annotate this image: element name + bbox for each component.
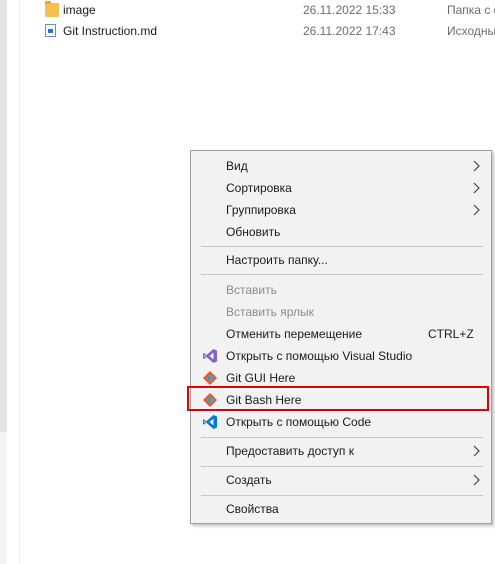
navigation-pane-edge (0, 0, 7, 564)
file-row-image[interactable]: image 26.11.2022 15:33 Папка с ф (45, 1, 495, 21)
menu-item-label: Отменить перемещение (226, 327, 363, 341)
file-type: Исходны (447, 24, 495, 38)
git-icon (203, 371, 217, 385)
menu-item-label: Вставить (226, 283, 277, 297)
menu-separator (201, 495, 483, 496)
menu-item-new[interactable]: Создать (191, 469, 491, 491)
menu-item-group[interactable]: Группировка (191, 199, 491, 221)
markdown-file-icon (45, 24, 56, 37)
menu-item-label: Группировка (226, 203, 296, 217)
menu-item-label: Вставить ярлык (226, 305, 314, 319)
file-date: 26.11.2022 15:33 (303, 3, 396, 17)
chevron-right-icon (473, 160, 480, 172)
menu-item-label: Сортировка (226, 181, 292, 195)
menu-item-label: Открыть с помощью Visual Studio (226, 349, 413, 363)
menu-item-view[interactable]: Вид (191, 155, 491, 177)
file-name: Git Instruction.md (63, 24, 158, 38)
keyboard-shortcut: CTRL+Z (428, 327, 474, 341)
menu-item-refresh[interactable]: Обновить (191, 221, 491, 243)
menu-item-label: Открыть с помощью Code (226, 415, 372, 429)
menu-item-label: Git GUI Here (226, 371, 296, 385)
menu-item-open-with-code[interactable]: Открыть с помощью Code (191, 411, 491, 433)
menu-separator (201, 274, 483, 275)
vscode-icon (203, 415, 217, 429)
chevron-right-icon (473, 474, 480, 486)
menu-item-open-visual-studio[interactable]: Открыть с помощью Visual Studio (191, 345, 491, 367)
file-row-git-instruction[interactable]: Git Instruction.md 26.11.2022 17:43 Исхо… (45, 22, 495, 42)
visual-studio-icon (203, 349, 217, 363)
menu-item-customize-folder[interactable]: Настроить папку... (191, 249, 491, 271)
menu-item-label: Обновить (226, 225, 281, 239)
file-date: 26.11.2022 17:43 (303, 24, 396, 38)
menu-item-paste-shortcut[interactable]: Вставить ярлык (191, 301, 491, 323)
chevron-right-icon (473, 182, 480, 194)
context-menu: Вид Сортировка Группировка Обновить Наст… (190, 150, 492, 524)
pane-divider (19, 0, 20, 564)
menu-item-label: Вид (226, 159, 248, 173)
navigation-pane-scroll-track (0, 0, 7, 432)
menu-item-give-access-to[interactable]: Предоставить доступ к (191, 440, 491, 462)
file-type: Папка с ф (447, 3, 495, 17)
chevron-right-icon (473, 445, 480, 457)
menu-item-sort[interactable]: Сортировка (191, 177, 491, 199)
menu-separator (201, 466, 483, 467)
menu-item-label: Настроить папку... (226, 253, 328, 267)
menu-item-undo-move[interactable]: Отменить перемещение CTRL+Z (191, 323, 491, 345)
chevron-right-icon (473, 204, 480, 216)
menu-separator (201, 437, 483, 438)
menu-item-label: Создать (226, 473, 272, 487)
folder-icon (45, 1, 59, 17)
menu-item-properties[interactable]: Свойства (191, 498, 491, 520)
menu-item-label: Свойства (226, 502, 279, 516)
highlight-box (187, 386, 489, 411)
file-name: image (63, 3, 96, 17)
menu-separator (201, 246, 483, 247)
menu-item-label: Предоставить доступ к (226, 444, 354, 458)
menu-item-paste[interactable]: Вставить (191, 279, 491, 301)
